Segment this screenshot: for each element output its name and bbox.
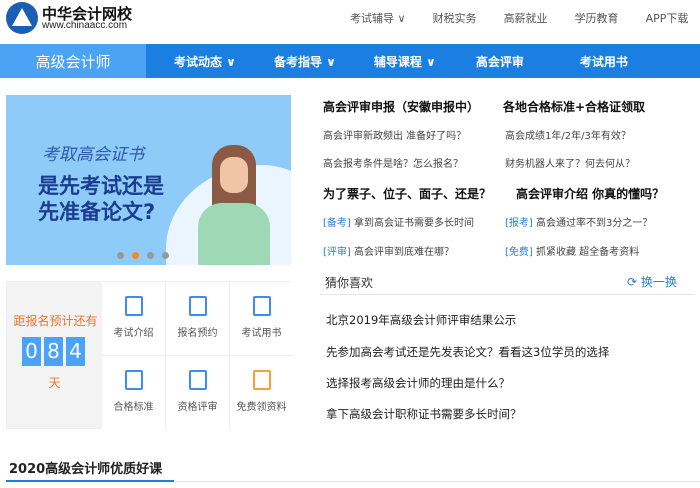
tag: [备考]: [323, 218, 351, 229]
quick-link-review[interactable]: 资格评审: [166, 356, 229, 429]
headline[interactable]: 各地合格标准+合格证领取: [503, 98, 645, 115]
guess-item[interactable]: 北京2019年高级会计师评审结果公示: [326, 312, 516, 328]
tag: [报考]: [505, 218, 533, 229]
nav-item[interactable]: 高会评审: [476, 53, 524, 70]
illustration-face: [220, 157, 248, 193]
quick-link-standard[interactable]: 合格标准: [102, 356, 165, 429]
checklist-icon: [188, 296, 207, 316]
link-text: 高会通过率不到3分之一？: [536, 218, 653, 229]
nav-item[interactable]: 辅导课程 ∨: [374, 53, 436, 70]
tag: [免费]: [505, 247, 533, 258]
nav-item[interactable]: 考试动态 ∨: [174, 53, 236, 70]
carousel-dot[interactable]: [162, 252, 169, 259]
banner-carousel[interactable]: 考取高会证书 是先考试还是 先准备论文?: [6, 95, 291, 265]
link-text: 高会评审到底难在哪？: [354, 247, 454, 258]
top-links: 考试辅导 ∨ 财税实务 高薪就业 学历教育 APP下载: [350, 10, 700, 26]
nav-item[interactable]: 考试用书: [580, 53, 628, 70]
quick-link-label: 合格标准: [113, 402, 154, 413]
top-link[interactable]: 财税实务: [433, 10, 477, 26]
tagged-link[interactable]: [报考] 高会通过率不到3分之一？: [505, 214, 652, 229]
quick-link-exam-intro[interactable]: 考试介绍: [102, 282, 165, 355]
carousel-dots: [117, 252, 169, 259]
quick-link-label: 资格评审: [177, 402, 218, 413]
checklist-icon: [252, 296, 271, 316]
tagged-link[interactable]: [备考] 拿到高会证书需要多长时间: [323, 214, 474, 229]
guess-title: 猜你喜欢: [325, 276, 374, 290]
guess-item[interactable]: 选择报考高级会计师的理由是什么？: [326, 375, 510, 391]
link-text: 拿到高会证书需要多长时间: [354, 218, 474, 229]
countdown: 距报名预计还有 0 8 4 天: [7, 282, 102, 428]
nav-item[interactable]: 备考指导 ∨: [274, 53, 336, 70]
headline[interactable]: 为了票子、位子、面子、还是？: [323, 185, 491, 202]
tagged-link[interactable]: [评审] 高会评审到底难在哪？: [323, 243, 454, 258]
tagged-link[interactable]: [免费] 抓紧收藏 超全备考资料: [505, 243, 639, 258]
refresh-button[interactable]: ⟳ 换一换: [627, 273, 677, 290]
news-link[interactable]: 高会评审新政频出 准备好了吗？: [323, 127, 466, 142]
document-icon: [124, 296, 143, 316]
countdown-digit: 0: [22, 337, 41, 366]
countdown-digit: 4: [66, 337, 85, 366]
news-link[interactable]: 财务机器人来了？何去何从？: [505, 155, 635, 170]
guess-item[interactable]: 先参加高会考试还是先发表论文？看看这3位学员的选择: [326, 344, 609, 360]
main-nav: 高级会计师 考试动态 ∨ 备考指导 ∨ 辅导课程 ∨ 高会评审 考试用书: [0, 44, 700, 78]
section-underline: [6, 480, 174, 482]
quick-link-books[interactable]: 考试用书: [230, 282, 293, 355]
quick-link-label: 报名预约: [177, 328, 218, 339]
carousel-dot[interactable]: [117, 252, 124, 259]
download-doc-icon: [252, 370, 271, 390]
countdown-digits: 0 8 4: [22, 337, 85, 366]
quick-link-free-materials[interactable]: 免费领资料: [230, 356, 293, 429]
nav-home[interactable]: 高级会计师: [0, 44, 146, 78]
headline[interactable]: 高会评审介绍 你真的懂吗？: [516, 185, 664, 202]
divider: [320, 294, 695, 295]
top-link[interactable]: 高薪就业: [504, 10, 548, 26]
guess-item[interactable]: 拿下高级会计职称证书需要多长时间？: [326, 406, 522, 422]
top-link[interactable]: APP下载: [646, 10, 689, 26]
tag: [评审]: [323, 247, 351, 258]
top-link[interactable]: 考试辅导 ∨: [350, 10, 406, 26]
quick-link-label: 考试介绍: [113, 328, 154, 339]
section-title: 2020高级会计师优质好课: [9, 462, 163, 477]
headline[interactable]: 高会评审申报（安徽申报中）: [323, 98, 479, 115]
countdown-digit: 8: [44, 337, 63, 366]
quick-link-registration[interactable]: 报名预约: [166, 282, 229, 355]
countdown-unit: 天: [48, 376, 61, 390]
logo-url[interactable]: www.chinaacc.com: [42, 20, 127, 31]
quick-link-label: 免费领资料: [236, 402, 287, 413]
link-text: 抓紧收藏 超全备考资料: [536, 247, 640, 258]
refresh-label: 换一换: [640, 275, 677, 289]
book-icon: [188, 370, 207, 390]
news-link[interactable]: 高会成绩1年/2年/3年有效？: [505, 127, 631, 142]
quick-links-panel: 距报名预计还有 0 8 4 天 考试介绍 报名预约 考试用书 合格标准 资格评审…: [6, 281, 293, 429]
news-link[interactable]: 高会报考条件是啥？怎么报名？: [323, 155, 463, 170]
banner-title-line: 是先考试还是: [38, 174, 164, 198]
logo-mark-icon: [12, 8, 32, 26]
illustration-body: [198, 203, 270, 265]
quick-link-label: 考试用书: [241, 328, 282, 339]
banner-title: 是先考试还是 先准备论文?: [38, 173, 164, 225]
id-card-icon: [124, 370, 143, 390]
countdown-title: 距报名预计还有: [13, 314, 98, 328]
banner-subtitle: 考取高会证书: [42, 145, 144, 165]
carousel-dot-active[interactable]: [132, 252, 139, 259]
carousel-dot[interactable]: [147, 252, 154, 259]
top-link[interactable]: 学历教育: [575, 10, 619, 26]
refresh-icon: ⟳: [627, 275, 638, 289]
banner-title-line: 先准备论文?: [38, 200, 156, 224]
